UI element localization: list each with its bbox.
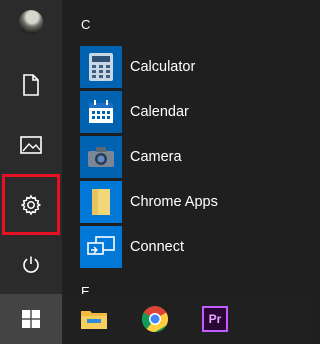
document-icon	[23, 74, 39, 96]
app-item-calculator[interactable]: Calculator	[80, 46, 310, 88]
file-explorer-icon	[81, 311, 107, 329]
folder-icon	[92, 189, 110, 215]
connect-tile	[80, 226, 122, 268]
app-item-chrome-apps[interactable]: Chrome Apps	[80, 181, 310, 223]
app-label: Calendar	[130, 104, 189, 120]
chrome-icon	[141, 306, 169, 333]
connect-icon	[87, 236, 115, 255]
chrome-apps-tile	[80, 181, 122, 223]
pictures-button[interactable]	[0, 122, 62, 168]
taskbar-file-explorer[interactable]	[70, 294, 118, 344]
documents-button[interactable]	[0, 62, 62, 108]
app-list: C Calculator Calendar Camera Chrome Apps…	[62, 0, 310, 294]
settings-highlight-box	[2, 174, 60, 235]
start-button[interactable]	[0, 294, 62, 344]
taskbar-chrome[interactable]	[131, 294, 179, 344]
power-button[interactable]	[0, 242, 62, 288]
app-label: Camera	[130, 149, 182, 165]
camera-tile	[80, 136, 122, 178]
app-item-camera[interactable]: Camera	[80, 136, 310, 178]
app-label: Chrome Apps	[130, 194, 218, 210]
premiere-pro-icon: Pr	[202, 306, 228, 332]
calendar-icon	[89, 100, 113, 123]
start-rail	[0, 0, 62, 294]
next-section-letter-header[interactable]: E	[81, 284, 90, 294]
section-letter-header[interactable]: C	[81, 17, 90, 32]
app-label: Connect	[130, 239, 185, 255]
pictures-icon	[20, 136, 42, 154]
app-label: Calculator	[130, 59, 196, 75]
camera-icon	[88, 147, 114, 167]
power-icon	[23, 256, 39, 273]
calculator-icon	[89, 53, 113, 81]
app-item-connect[interactable]: Connect	[80, 226, 310, 268]
windows-start-icon	[22, 310, 40, 328]
user-avatar[interactable]	[19, 10, 43, 34]
app-item-calendar[interactable]: Calendar	[80, 91, 310, 133]
calendar-tile	[80, 91, 122, 133]
taskbar: Pr	[0, 294, 310, 344]
start-menu: C Calculator Calendar Camera Chrome Apps…	[0, 0, 310, 294]
taskbar-premiere-pro[interactable]: Pr	[191, 294, 239, 344]
calculator-tile	[80, 46, 122, 88]
